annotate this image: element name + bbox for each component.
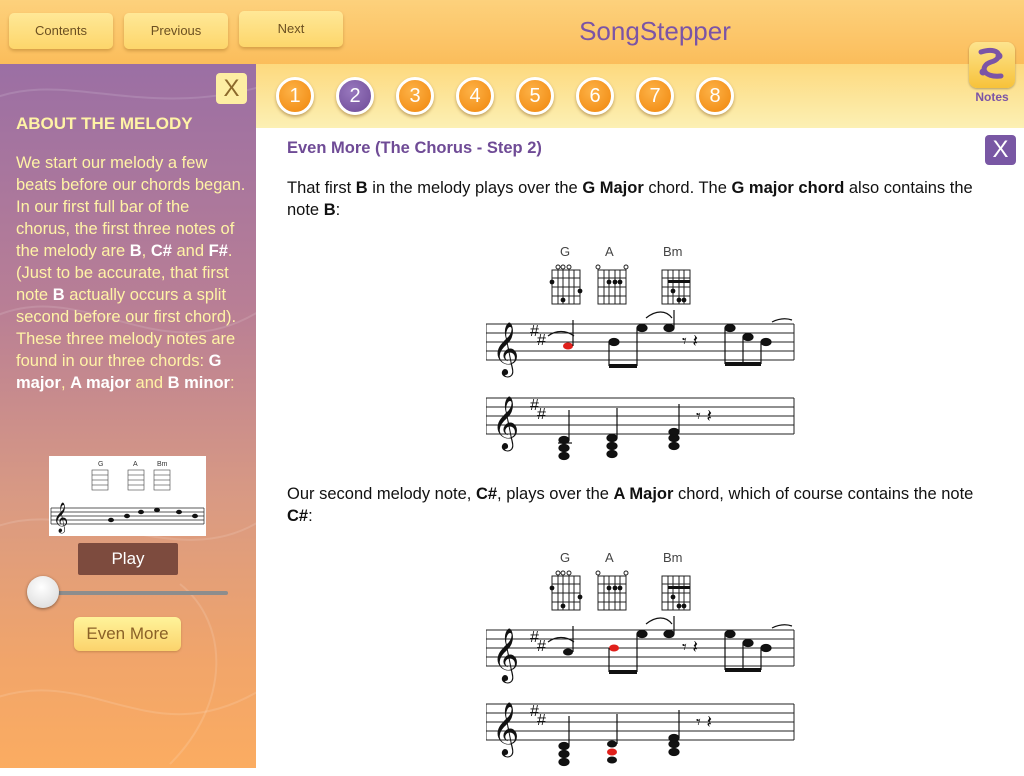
play-button[interactable]: Play xyxy=(78,543,178,575)
svg-text:𝄾 𝄽: 𝄾 𝄽 xyxy=(696,406,712,427)
step-4-button[interactable]: 4 xyxy=(456,77,494,115)
svg-text:𝄾 𝄽: 𝄾 𝄽 xyxy=(682,637,698,658)
svg-text:𝄞: 𝄞 xyxy=(492,627,519,683)
chord-label: A xyxy=(605,244,614,259)
step-8-button[interactable]: 8 xyxy=(696,77,734,115)
text-run: , xyxy=(141,242,151,260)
step-5-button[interactable]: 5 xyxy=(516,77,554,115)
contents-button[interactable]: Contents xyxy=(9,13,113,49)
chord-label: A xyxy=(605,550,614,565)
playback-slider-track[interactable] xyxy=(42,591,228,595)
close-content-button[interactable]: X xyxy=(985,135,1016,165)
bold-term: A major xyxy=(70,374,131,392)
paragraph-g-major: That first B in the melody plays over th… xyxy=(287,177,987,221)
even-more-button[interactable]: Even More xyxy=(74,617,181,651)
chord-diagrams xyxy=(551,570,691,611)
bold-term: C# xyxy=(287,507,309,525)
step-2-button[interactable]: 2 xyxy=(336,77,374,115)
next-button[interactable]: Next xyxy=(239,11,343,47)
app-title: SongStepper xyxy=(579,16,731,46)
chord-label: Bm xyxy=(663,244,683,259)
melody-info-panel: X ABOUT THE MELODY We start our melody a… xyxy=(0,64,256,768)
svg-text:#: # xyxy=(537,638,546,655)
bold-term: B xyxy=(52,286,65,304)
svg-text:#: # xyxy=(537,332,546,349)
chord-label: G xyxy=(560,550,570,565)
chord-label: A xyxy=(133,461,138,468)
svg-text:𝄾 𝄽: 𝄾 𝄽 xyxy=(696,712,712,733)
bold-term: C# xyxy=(475,485,498,503)
chord-label: G xyxy=(560,244,570,259)
text-run: Our second melody note, xyxy=(287,485,476,503)
bold-term: B minor xyxy=(167,374,230,392)
step-7-button[interactable]: 7 xyxy=(636,77,674,115)
bold-term: G Major xyxy=(582,179,644,197)
text-run: and xyxy=(130,374,168,392)
bold-term: A Major xyxy=(613,485,674,503)
step-bar: 12345678 xyxy=(256,64,1024,128)
playback-slider-knob[interactable] xyxy=(27,576,59,608)
text-run: , plays over the xyxy=(497,485,614,503)
step-1-button[interactable]: 1 xyxy=(276,77,314,115)
text-run: That first xyxy=(287,179,356,197)
chord-diagrams xyxy=(551,264,691,305)
step-3-button[interactable]: 3 xyxy=(396,77,434,115)
text-run: , xyxy=(60,374,71,392)
bold-term: F# xyxy=(208,242,228,260)
paragraph-a-major: Our second melody note, C#, plays over t… xyxy=(287,483,987,527)
bold-term: B xyxy=(323,201,336,219)
highlighted-note xyxy=(607,748,617,756)
notes-label: Notes xyxy=(975,90,1009,104)
svg-text:𝄞: 𝄞 xyxy=(492,321,519,377)
text-run: : xyxy=(229,374,235,392)
text-run: : xyxy=(335,201,341,219)
svg-text:#: # xyxy=(537,406,546,423)
text-run: : xyxy=(308,507,313,525)
svg-text:#: # xyxy=(537,712,546,729)
svg-text:𝄞: 𝄞 xyxy=(492,701,519,757)
svg-text:𝄾 𝄽: 𝄾 𝄽 xyxy=(682,331,698,352)
panel-body-text: We start our melody a few beats before o… xyxy=(16,152,248,394)
score-thumbnail[interactable]: G A Bm 𝄞 xyxy=(49,456,206,536)
score-example-a-major[interactable]: G A Bm 𝄞 # # 𝄾 𝄽 𝄞 # # 𝄾 𝄽 xyxy=(486,546,796,776)
bold-term: C# xyxy=(150,242,172,260)
notes-icon xyxy=(978,47,1004,79)
text-run: chord. The xyxy=(643,179,732,197)
bold-term: B xyxy=(355,179,368,197)
svg-text:𝄞: 𝄞 xyxy=(492,395,519,451)
notes-button[interactable] xyxy=(969,42,1015,88)
lesson-content: Even More (The Chorus - Step 2) X That f… xyxy=(256,128,1024,768)
chord-label: Bm xyxy=(663,550,683,565)
highlighted-note xyxy=(563,342,573,350)
close-panel-button[interactable]: X xyxy=(216,73,247,104)
bold-term: B xyxy=(129,242,142,260)
text-run: in the melody plays over the xyxy=(367,179,583,197)
chord-label: Bm xyxy=(157,461,168,468)
text-run: and xyxy=(171,242,209,260)
top-bar: Contents Previous Next SongStepper xyxy=(0,0,1024,64)
highlighted-note xyxy=(609,644,619,652)
page-title: Even More (The Chorus - Step 2) xyxy=(287,139,542,157)
previous-button[interactable]: Previous xyxy=(124,13,228,49)
panel-heading: ABOUT THE MELODY xyxy=(16,114,193,133)
bold-term: G major chord xyxy=(731,179,845,197)
svg-text:𝄞: 𝄞 xyxy=(53,502,68,534)
score-example-g-major[interactable]: G A Bm 𝄞 # # 𝄾 𝄽 𝄞 # # 𝄾 𝄽 xyxy=(486,240,796,470)
text-run: chord, which of course contains the note xyxy=(673,485,974,503)
chord-label: G xyxy=(98,461,103,468)
step-6-button[interactable]: 6 xyxy=(576,77,614,115)
